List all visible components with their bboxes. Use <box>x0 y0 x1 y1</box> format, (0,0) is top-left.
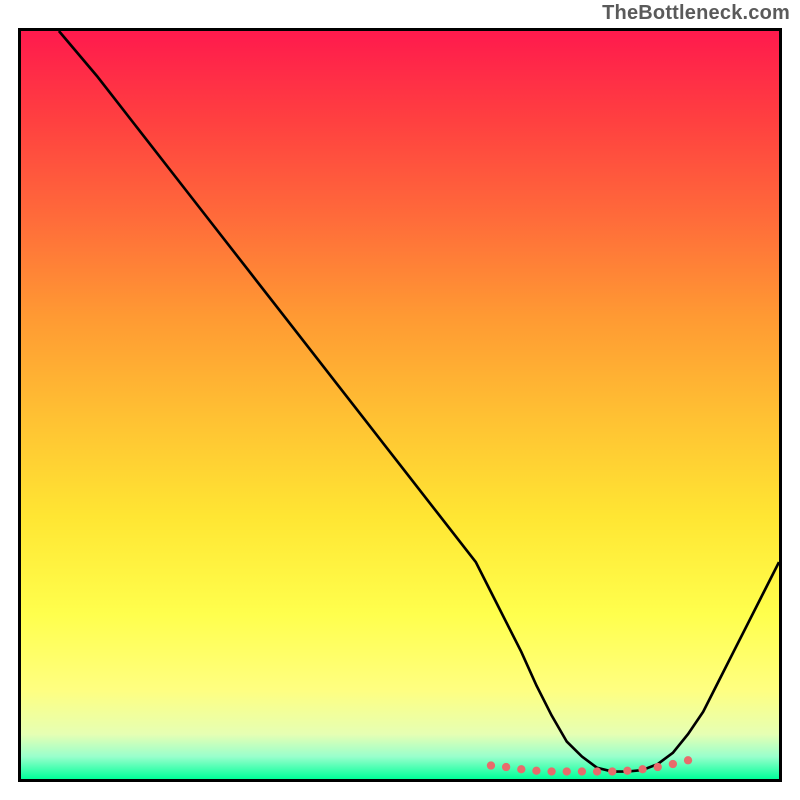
plot-area <box>18 28 782 782</box>
gradient-background <box>21 31 779 779</box>
watermark-text: TheBottleneck.com <box>602 2 790 25</box>
chart-frame: TheBottleneck.com <box>0 0 800 800</box>
